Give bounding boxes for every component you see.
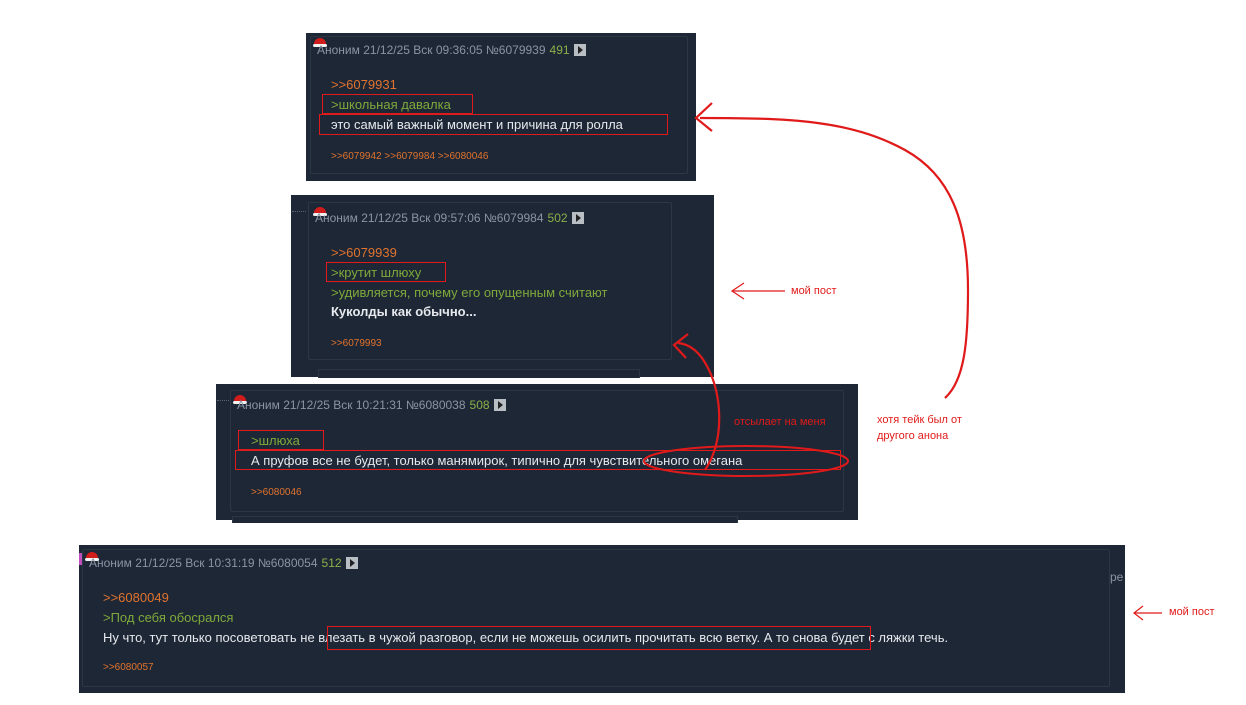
annotation-curve-long [699, 116, 970, 399]
arrow-head-icon [672, 333, 689, 359]
annotation-my-post: мой пост [1169, 606, 1215, 618]
annotation-refers-to-me: отсылает на меня [734, 416, 826, 428]
annotation-drawings [643, 102, 1162, 621]
annotation-curve-short [677, 341, 721, 471]
annotation-take-line-1: хотя тейк был от [877, 414, 962, 426]
annotation-ellipse [643, 445, 849, 477]
annotation-take-line-2: другого анона [877, 430, 949, 442]
annotation-my-post: мой пост [791, 285, 837, 297]
